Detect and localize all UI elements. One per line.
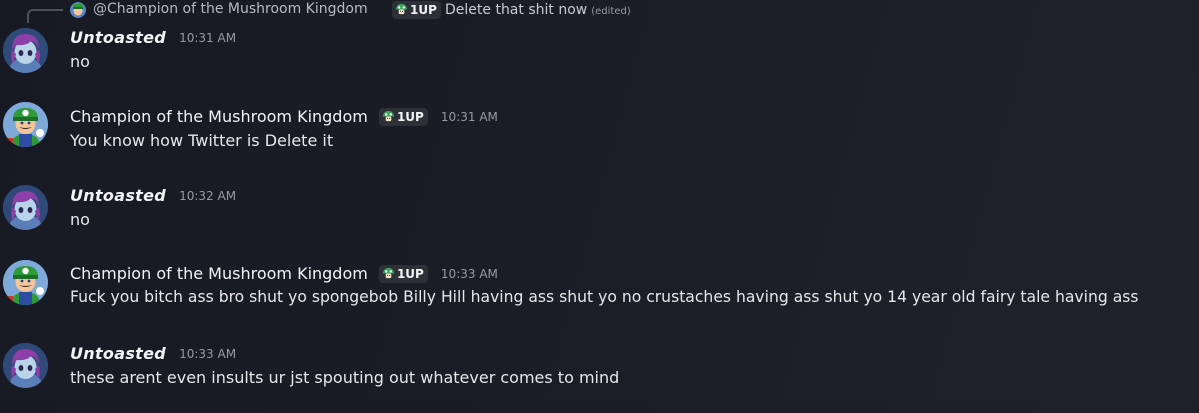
- username[interactable]: Champion of the Mushroom Kingdom: [70, 107, 368, 126]
- message-header: Untoasted 10:33 AM: [70, 343, 236, 365]
- message-header: Untoasted 10:31 AM: [70, 27, 236, 49]
- champion-avatar[interactable]: [3, 102, 48, 147]
- timestamp[interactable]: 10:31 AM: [441, 110, 498, 124]
- message-text: no: [70, 52, 90, 71]
- username[interactable]: Champion of the Mushroom Kingdom: [70, 264, 368, 283]
- purple-haired-character-avatar-icon: [3, 343, 48, 388]
- message-item[interactable]: Champion of the Mushroom Kingdom 1UP 10:…: [0, 102, 1199, 176]
- message-text: You know how Twitter is Delete it: [70, 131, 334, 150]
- 1up-badge[interactable]: 1UP: [378, 264, 428, 283]
- reply-message-text[interactable]: Delete that shit now (edited): [445, 2, 631, 18]
- username[interactable]: Untoasted: [70, 186, 166, 205]
- reply-author-avatar[interactable]: [70, 2, 86, 18]
- green-mushroom-icon: [382, 267, 395, 278]
- badge-label: 1UP: [396, 109, 424, 124]
- 1up-badge[interactable]: 1UP: [378, 107, 428, 126]
- purple-haired-character-avatar-icon: [3, 185, 48, 230]
- green-mushroom-icon: [395, 3, 408, 15]
- champion-avatar[interactable]: [3, 260, 48, 305]
- message-text: no: [70, 210, 90, 229]
- message-item[interactable]: Champion of the Mushroom Kingdom 1UP 10:…: [0, 260, 1199, 333]
- reply-mention[interactable]: @Champion of the Mushroom Kingdom: [93, 1, 368, 17]
- message-header: Untoasted 10:32 AM: [70, 185, 236, 207]
- untoasted-avatar[interactable]: [3, 28, 48, 73]
- username[interactable]: Untoasted: [70, 344, 166, 363]
- green-mushroom-icon: [382, 110, 395, 121]
- message-item[interactable]: Untoasted 10:33 AM these arent even insu…: [0, 343, 1199, 413]
- username[interactable]: Untoasted: [70, 28, 166, 47]
- badge-label: 1UP: [410, 3, 437, 17]
- reply-connector-line: [27, 9, 63, 23]
- luigi-avatar-icon: [3, 102, 48, 147]
- timestamp[interactable]: 10:31 AM: [179, 31, 236, 45]
- message-item[interactable]: Untoasted 10:32 AM no: [0, 185, 1199, 255]
- reply-preview[interactable]: @Champion of the Mushroom Kingdom 1UP De…: [0, 0, 1199, 23]
- timestamp[interactable]: 10:33 AM: [441, 267, 498, 281]
- edited-label: (edited): [591, 6, 631, 17]
- untoasted-avatar[interactable]: [3, 185, 48, 230]
- message-header: Champion of the Mushroom Kingdom 1UP 10:…: [70, 106, 498, 128]
- message-item[interactable]: Untoasted 10:31 AM no: [0, 27, 1199, 97]
- luigi-avatar-icon: [70, 2, 86, 18]
- reply-content: Delete that shit now: [445, 2, 588, 18]
- reply-1up-badge[interactable]: 1UP: [392, 1, 441, 19]
- timestamp[interactable]: 10:32 AM: [179, 189, 236, 203]
- message-text: Fuck you bitch ass bro shut yo spongebob…: [70, 288, 1139, 306]
- message-header: Champion of the Mushroom Kingdom 1UP 10:…: [70, 263, 498, 285]
- message-text: these arent even insults ur jst spouting…: [70, 368, 620, 387]
- purple-haired-character-avatar-icon: [3, 28, 48, 73]
- timestamp[interactable]: 10:33 AM: [179, 347, 236, 361]
- untoasted-avatar[interactable]: [3, 343, 48, 388]
- luigi-avatar-icon: [3, 260, 48, 305]
- badge-label: 1UP: [396, 266, 424, 281]
